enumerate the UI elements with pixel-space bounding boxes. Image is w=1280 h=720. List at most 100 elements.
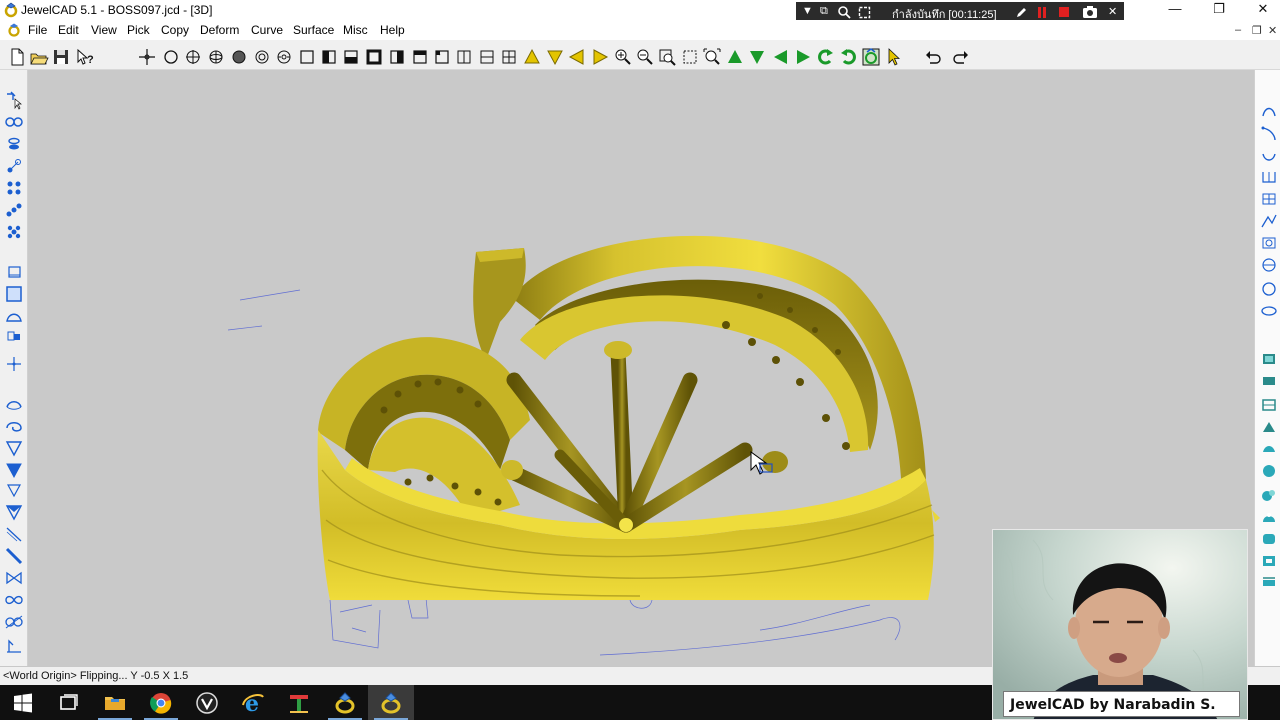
crosshair-icon[interactable] (136, 46, 158, 68)
menu-deform[interactable]: Deform (200, 23, 239, 37)
menu-help[interactable]: Help (380, 23, 405, 37)
measure-icon[interactable] (3, 636, 25, 656)
taskbar-internet-explorer[interactable]: e (230, 685, 276, 720)
stack-icon[interactable] (3, 134, 25, 154)
arrow-up-green-icon[interactable] (724, 46, 746, 68)
split-shape-icon[interactable] (3, 326, 25, 346)
infinity-icon[interactable] (3, 590, 25, 610)
pause-icon[interactable] (1036, 6, 1048, 19)
surface-k-icon[interactable] (1259, 574, 1279, 592)
curve-a-icon[interactable] (1259, 102, 1279, 120)
surface-b-icon[interactable] (1259, 372, 1279, 390)
help-icon[interactable]: ? (74, 46, 96, 68)
arrow-right-yellow-icon[interactable] (589, 46, 611, 68)
region-icon[interactable] (858, 6, 871, 19)
window-bold-icon[interactable] (340, 46, 362, 68)
curve-d-icon[interactable] (1259, 168, 1279, 186)
target-icon[interactable] (182, 46, 204, 68)
new-file-icon[interactable] (6, 46, 28, 68)
sphere-icon[interactable] (205, 46, 227, 68)
arc-up-icon[interactable] (3, 394, 25, 414)
rect-select-icon[interactable] (3, 262, 25, 282)
surface-a-icon[interactable] (1259, 350, 1279, 368)
surface-f-icon[interactable] (1259, 462, 1279, 480)
bowtie-icon[interactable] (3, 568, 25, 588)
surface-i-icon[interactable] (1259, 530, 1279, 548)
menu-edit[interactable]: Edit (58, 23, 79, 37)
menu-surface[interactable]: Surface (293, 23, 334, 37)
pair-circles-icon[interactable] (3, 112, 25, 132)
curve-h-icon[interactable] (1259, 256, 1279, 274)
menu-curve[interactable]: Curve (251, 23, 283, 37)
save-icon[interactable] (50, 46, 72, 68)
window-icon[interactable]: ⧉ (820, 5, 828, 18)
split-right-icon[interactable] (386, 46, 408, 68)
arrow-up-yellow-icon[interactable] (521, 46, 543, 68)
surface-e-icon[interactable] (1259, 440, 1279, 458)
dome-icon[interactable] (3, 306, 25, 326)
ring-icon[interactable] (251, 46, 273, 68)
arc-loop-icon[interactable] (3, 416, 25, 436)
open-file-icon[interactable] (28, 46, 50, 68)
mdi-restore-button[interactable]: ❐ (1252, 24, 1262, 37)
rect-active-icon[interactable] (3, 284, 25, 304)
split-horizontal-icon[interactable] (476, 46, 498, 68)
menu-copy[interactable]: Copy (161, 23, 189, 37)
cluster-icon[interactable] (3, 178, 25, 198)
surface-c-icon[interactable] (1259, 396, 1279, 414)
curve-i-icon[interactable] (1259, 280, 1279, 298)
slash-line-icon[interactable] (3, 524, 25, 544)
menu-pick[interactable]: Pick (127, 23, 150, 37)
undo-icon[interactable] (922, 46, 944, 68)
start-button[interactable] (0, 685, 46, 720)
axis-icon[interactable] (3, 354, 25, 374)
pen-icon[interactable] (1015, 6, 1028, 19)
chain-icon[interactable] (3, 200, 25, 220)
surface-g-icon[interactable] (1259, 486, 1279, 504)
pick-point-icon[interactable] (3, 90, 25, 110)
render-icon[interactable] (860, 46, 882, 68)
taskbar-file-explorer[interactable] (92, 685, 138, 720)
minimize-button[interactable]: — (1152, 0, 1198, 20)
triangle-half-icon[interactable] (3, 502, 25, 522)
curve-f-icon[interactable] (1259, 212, 1279, 230)
node-icon[interactable] (3, 156, 25, 176)
menu-file[interactable]: File (28, 23, 47, 37)
rotate-left-green-icon[interactable] (814, 46, 836, 68)
arrow-left-yellow-icon[interactable] (566, 46, 588, 68)
triangle-outline-icon[interactable] (3, 480, 25, 500)
torus-icon[interactable] (273, 46, 295, 68)
zoom-box-icon[interactable] (679, 46, 701, 68)
pointer-icon[interactable] (883, 46, 905, 68)
triangle-down-icon[interactable] (3, 438, 25, 458)
taskbar-app-t[interactable] (276, 685, 322, 720)
curve-j-icon[interactable] (1259, 302, 1279, 320)
curve-e-icon[interactable] (1259, 190, 1279, 208)
mdi-close-button[interactable]: ✕ (1268, 24, 1277, 37)
zoom-out-icon[interactable] (634, 46, 656, 68)
disc-icon[interactable] (228, 46, 250, 68)
surface-j-icon[interactable] (1259, 552, 1279, 570)
redo-icon[interactable] (950, 46, 972, 68)
arrow-down-yellow-icon[interactable] (544, 46, 566, 68)
zoom-window-icon[interactable] (656, 46, 678, 68)
square-bold-icon[interactable] (363, 46, 385, 68)
menu-view[interactable]: View (91, 23, 117, 37)
taskbar-jewelcad-2[interactable] (368, 685, 414, 720)
split-top-icon[interactable] (409, 46, 431, 68)
surface-d-icon[interactable] (1259, 418, 1279, 436)
mdi-minimize-button[interactable]: – (1235, 24, 1241, 36)
zoom-in-icon[interactable] (612, 46, 634, 68)
double-loop-icon[interactable] (3, 612, 25, 632)
arrow-right-green-icon[interactable] (792, 46, 814, 68)
taskbar-app-v[interactable] (184, 685, 230, 720)
stop-icon[interactable] (1058, 6, 1070, 18)
slash-bold-icon[interactable] (3, 546, 25, 566)
taskbar-jewelcad-1[interactable] (322, 685, 368, 720)
restore-button[interactable]: ❐ (1196, 0, 1242, 20)
curve-g-icon[interactable] (1259, 234, 1279, 252)
dropdown-icon[interactable]: ▼ (802, 5, 813, 17)
circle-icon[interactable] (160, 46, 182, 68)
menu-misc[interactable]: Misc (343, 23, 368, 37)
magnifier-icon[interactable] (838, 6, 851, 19)
